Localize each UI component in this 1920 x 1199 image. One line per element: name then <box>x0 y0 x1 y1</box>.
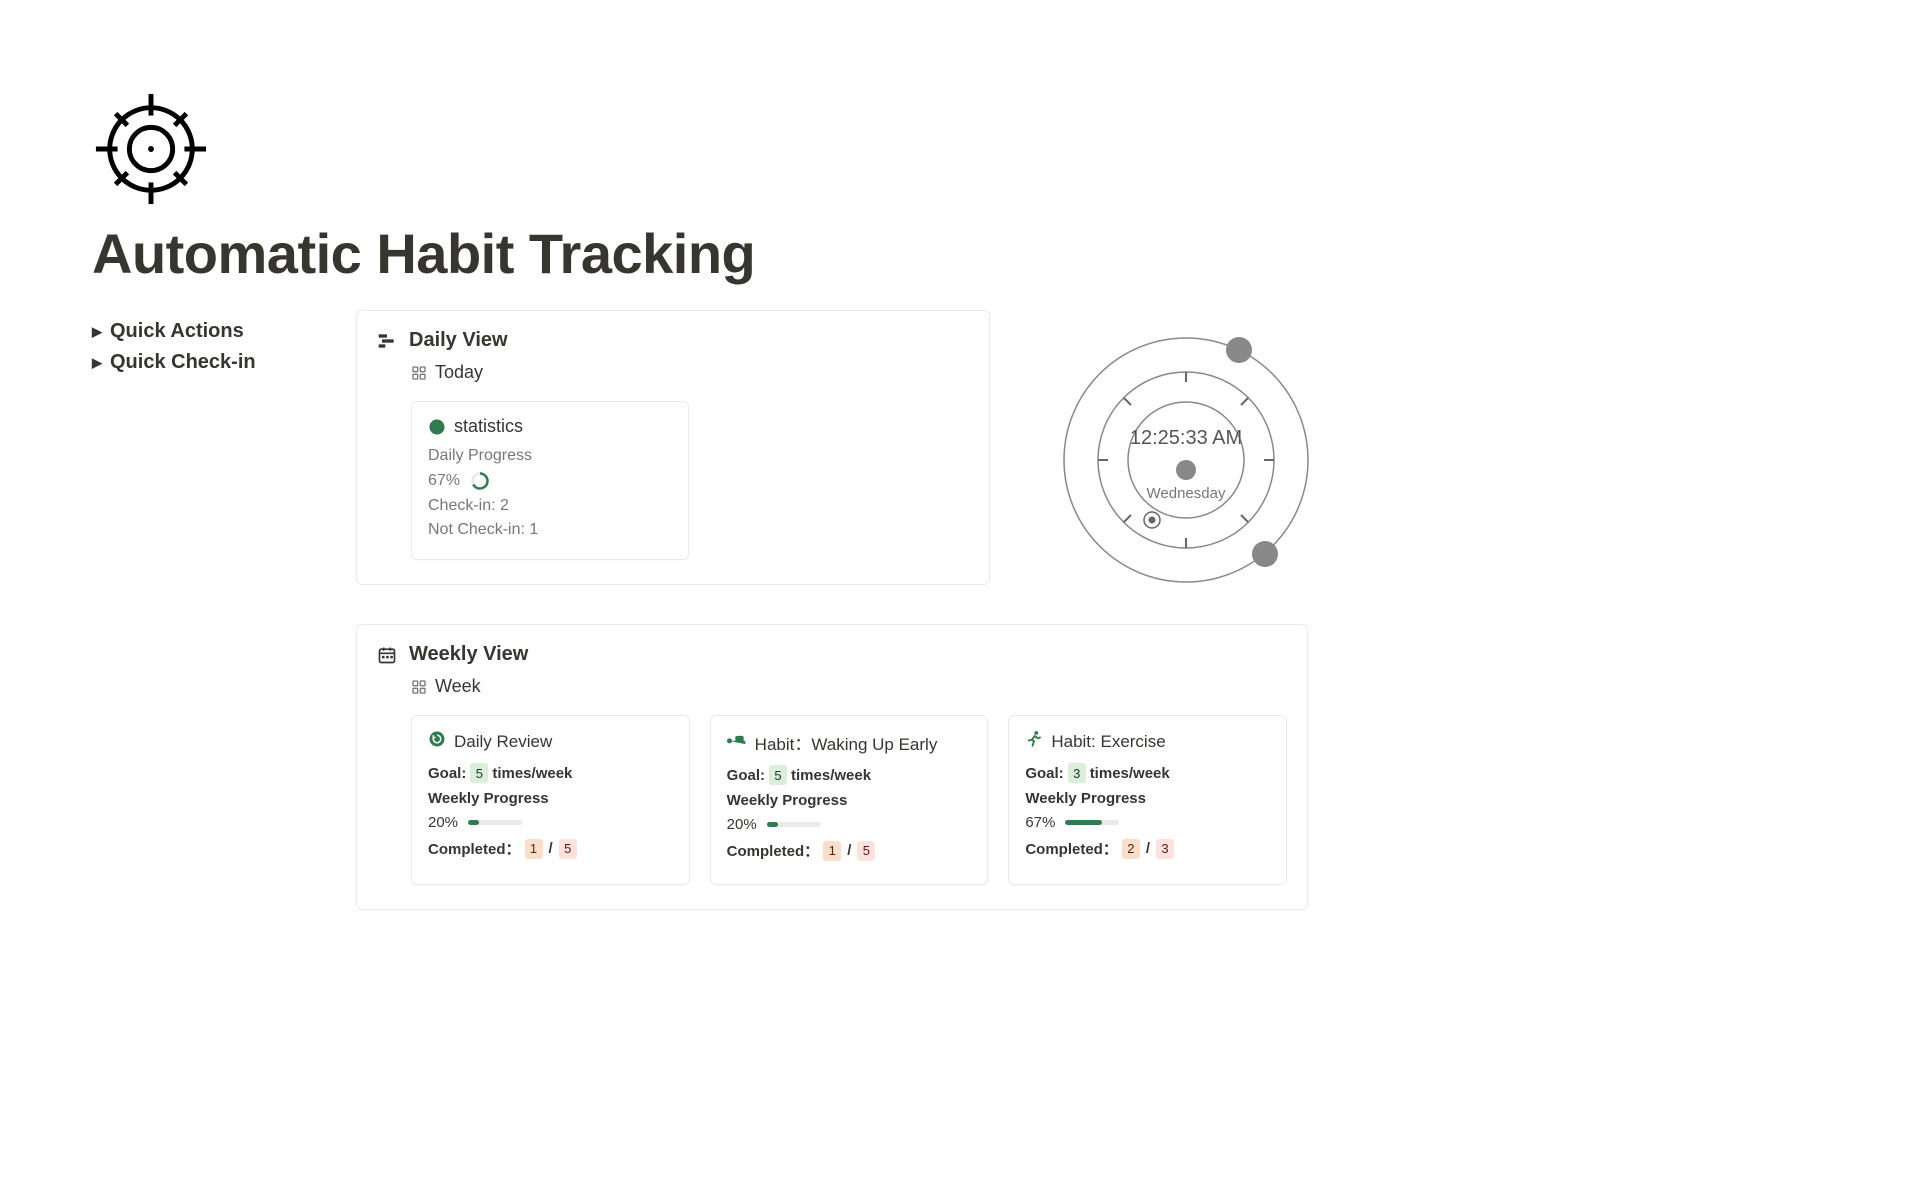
toggle-quick-checkin[interactable]: ▶ Quick Check-in <box>92 347 332 378</box>
completed-prefix: Completed： <box>727 840 820 861</box>
daily-view-title: Daily View <box>409 329 508 352</box>
goal-value: 3 <box>1068 763 1086 783</box>
view-label: Week <box>435 676 481 697</box>
clock-icon: 12:25:33 AM Wednesday <box>1056 320 1316 600</box>
progress-ring-icon <box>470 471 490 491</box>
habit-title: Habit：Waking Up Early <box>755 730 938 755</box>
target-icon <box>92 90 210 208</box>
weekly-progress-label: Weekly Progress <box>1025 790 1270 807</box>
triangle-right-icon: ▶ <box>92 355 102 371</box>
timeline-icon <box>377 331 397 351</box>
slash: / <box>1146 840 1150 857</box>
habit-card[interactable]: Habit：Waking Up Early Goal: 5 times/week W… <box>710 715 989 885</box>
not-checkin-count: Not Check-in: 1 <box>428 521 672 539</box>
gallery-icon <box>411 365 427 381</box>
goal-suffix: times/week <box>791 767 871 784</box>
page-icon <box>92 90 1828 213</box>
pie-chart-icon <box>428 418 446 436</box>
bed-icon <box>727 732 747 753</box>
view-label: Today <box>435 362 483 383</box>
progress-bar <box>468 820 522 825</box>
goal-value: 5 <box>769 765 787 785</box>
goal-prefix: Goal: <box>727 767 765 784</box>
completed-done: 2 <box>1122 839 1140 859</box>
slash: / <box>847 842 851 859</box>
clock-time: 12:25:33 AM <box>1130 427 1242 449</box>
run-icon <box>1025 730 1043 753</box>
toggle-quick-actions[interactable]: ▶ Quick Actions <box>92 316 332 347</box>
habit-card[interactable]: Daily Review Goal: 5 times/week Weekly Pro… <box>411 715 690 885</box>
view-selector-week[interactable]: Week <box>411 676 1287 697</box>
completed-prefix: Completed： <box>428 838 521 859</box>
view-selector-today[interactable]: Today <box>411 362 969 383</box>
habit-title: Daily Review <box>454 732 552 752</box>
progress-bar <box>1065 820 1119 825</box>
statistics-title: statistics <box>454 416 523 437</box>
weekly-progress-pct: 20% <box>727 816 757 833</box>
toggle-label: Quick Check-in <box>110 351 256 374</box>
goal-value: 5 <box>470 763 488 783</box>
completed-done: 1 <box>525 839 543 859</box>
weekly-progress-label: Weekly Progress <box>428 790 673 807</box>
slash: / <box>549 840 553 857</box>
habit-title: Habit: Exercise <box>1051 732 1165 752</box>
progress-bar <box>767 822 821 827</box>
completed-target: 3 <box>1156 839 1174 859</box>
page-title: Automatic Habit Tracking <box>92 221 1828 286</box>
completed-prefix: Completed： <box>1025 838 1118 859</box>
gallery-icon <box>411 679 427 695</box>
goal-suffix: times/week <box>492 765 572 782</box>
habit-card[interactable]: Habit: Exercise Goal: 3 times/week Weekly … <box>1008 715 1287 885</box>
clock-widget: 12:25:33 AM Wednesday <box>1026 310 1346 600</box>
checkin-count: Check-in: 2 <box>428 497 672 515</box>
completed-target: 5 <box>559 839 577 859</box>
weekly-progress-pct: 20% <box>428 814 458 831</box>
completed-target: 5 <box>857 841 875 861</box>
clock-day: Wednesday <box>1147 485 1226 502</box>
goal-prefix: Goal: <box>1025 765 1063 782</box>
triangle-right-icon: ▶ <box>92 324 102 340</box>
weekly-progress-label: Weekly Progress <box>727 792 972 809</box>
daily-progress-pct: 67% <box>428 472 460 490</box>
sidebar: ▶ Quick Actions ▶ Quick Check-in <box>92 310 332 910</box>
calendar-icon <box>377 645 397 665</box>
goal-prefix: Goal: <box>428 765 466 782</box>
daily-view-callout: Daily View Today <box>356 310 990 585</box>
weekly-view-title: Weekly View <box>409 643 528 666</box>
weekly-view-callout: Weekly View Week Daily Review Goal: 5 tim… <box>356 624 1308 910</box>
daily-progress-label: Daily Progress <box>428 447 672 465</box>
completed-done: 1 <box>823 841 841 861</box>
goal-suffix: times/week <box>1090 765 1170 782</box>
review-icon <box>428 730 446 753</box>
toggle-label: Quick Actions <box>110 320 244 343</box>
weekly-progress-pct: 67% <box>1025 814 1055 831</box>
statistics-card[interactable]: statistics Daily Progress 67% Check-in: … <box>411 401 689 560</box>
